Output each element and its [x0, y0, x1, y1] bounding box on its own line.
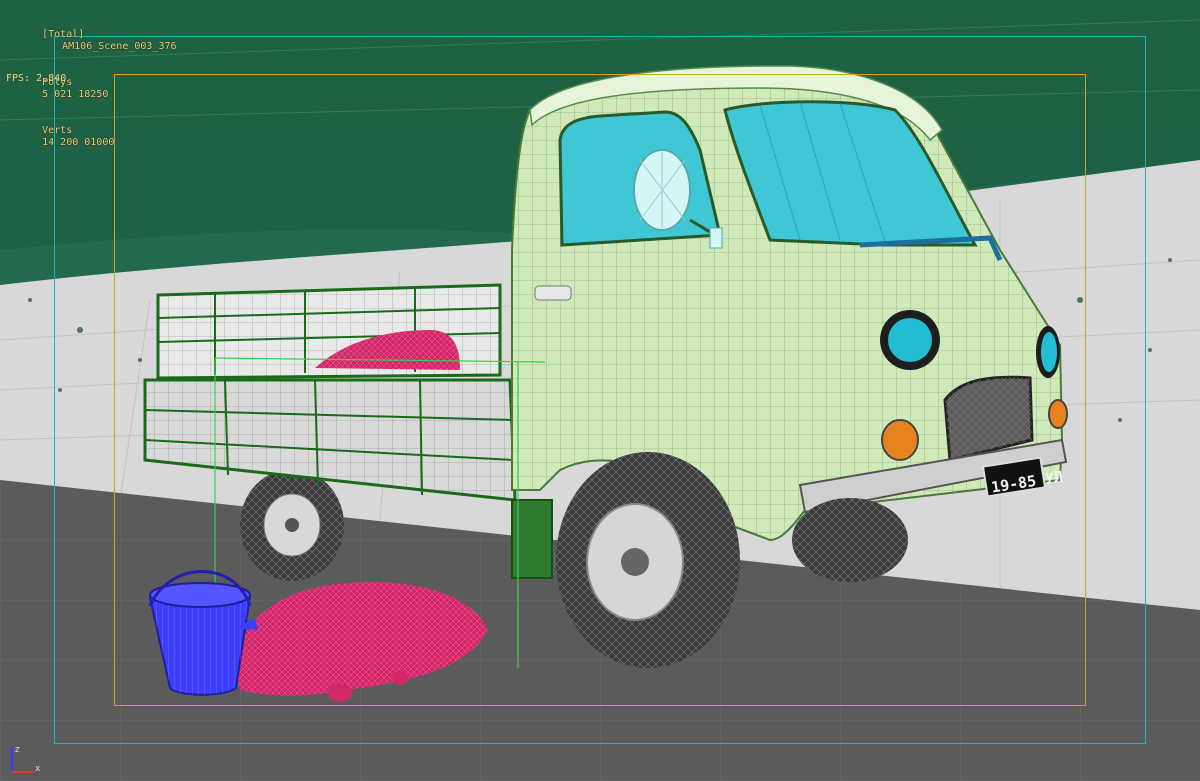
axis-x-label: x — [35, 764, 41, 774]
rear-wheel — [240, 469, 344, 581]
fps-readout: FPS: 2.840 — [6, 73, 66, 84]
axis-gizmo: z x — [11, 745, 41, 774]
front-wheel — [556, 452, 740, 668]
headlight-right — [1036, 326, 1060, 378]
headlight-left — [880, 310, 940, 370]
fps-value: 2.840 — [36, 73, 67, 84]
stats-verts: Verts 14 200 01000 — [6, 113, 177, 161]
viewport-statistics: [Total] AM106_Scene_003_376 Polys 5 021 … — [6, 17, 177, 161]
fps-label: FPS: — [6, 73, 31, 84]
stats-verts-label: Verts — [42, 125, 73, 136]
front-wheel-far — [792, 498, 908, 582]
stats-polys-value: 5 021 18250 — [42, 89, 109, 100]
stats-header: [Total] AM106_Scene_003_376 — [6, 17, 177, 65]
stats-object-name: AM106_Scene_003_376 — [62, 41, 177, 52]
perspective-viewport[interactable]: 19-85 УЛ [Total] AM106_Scene_003_376 Pol… — [0, 0, 1200, 781]
stats-verts-value: 14 200 01000 — [42, 137, 115, 148]
stats-total-label: [Total] — [42, 29, 85, 40]
scene-render[interactable]: 19-85 УЛ — [0, 0, 1200, 781]
axis-z-label: z — [15, 745, 20, 755]
